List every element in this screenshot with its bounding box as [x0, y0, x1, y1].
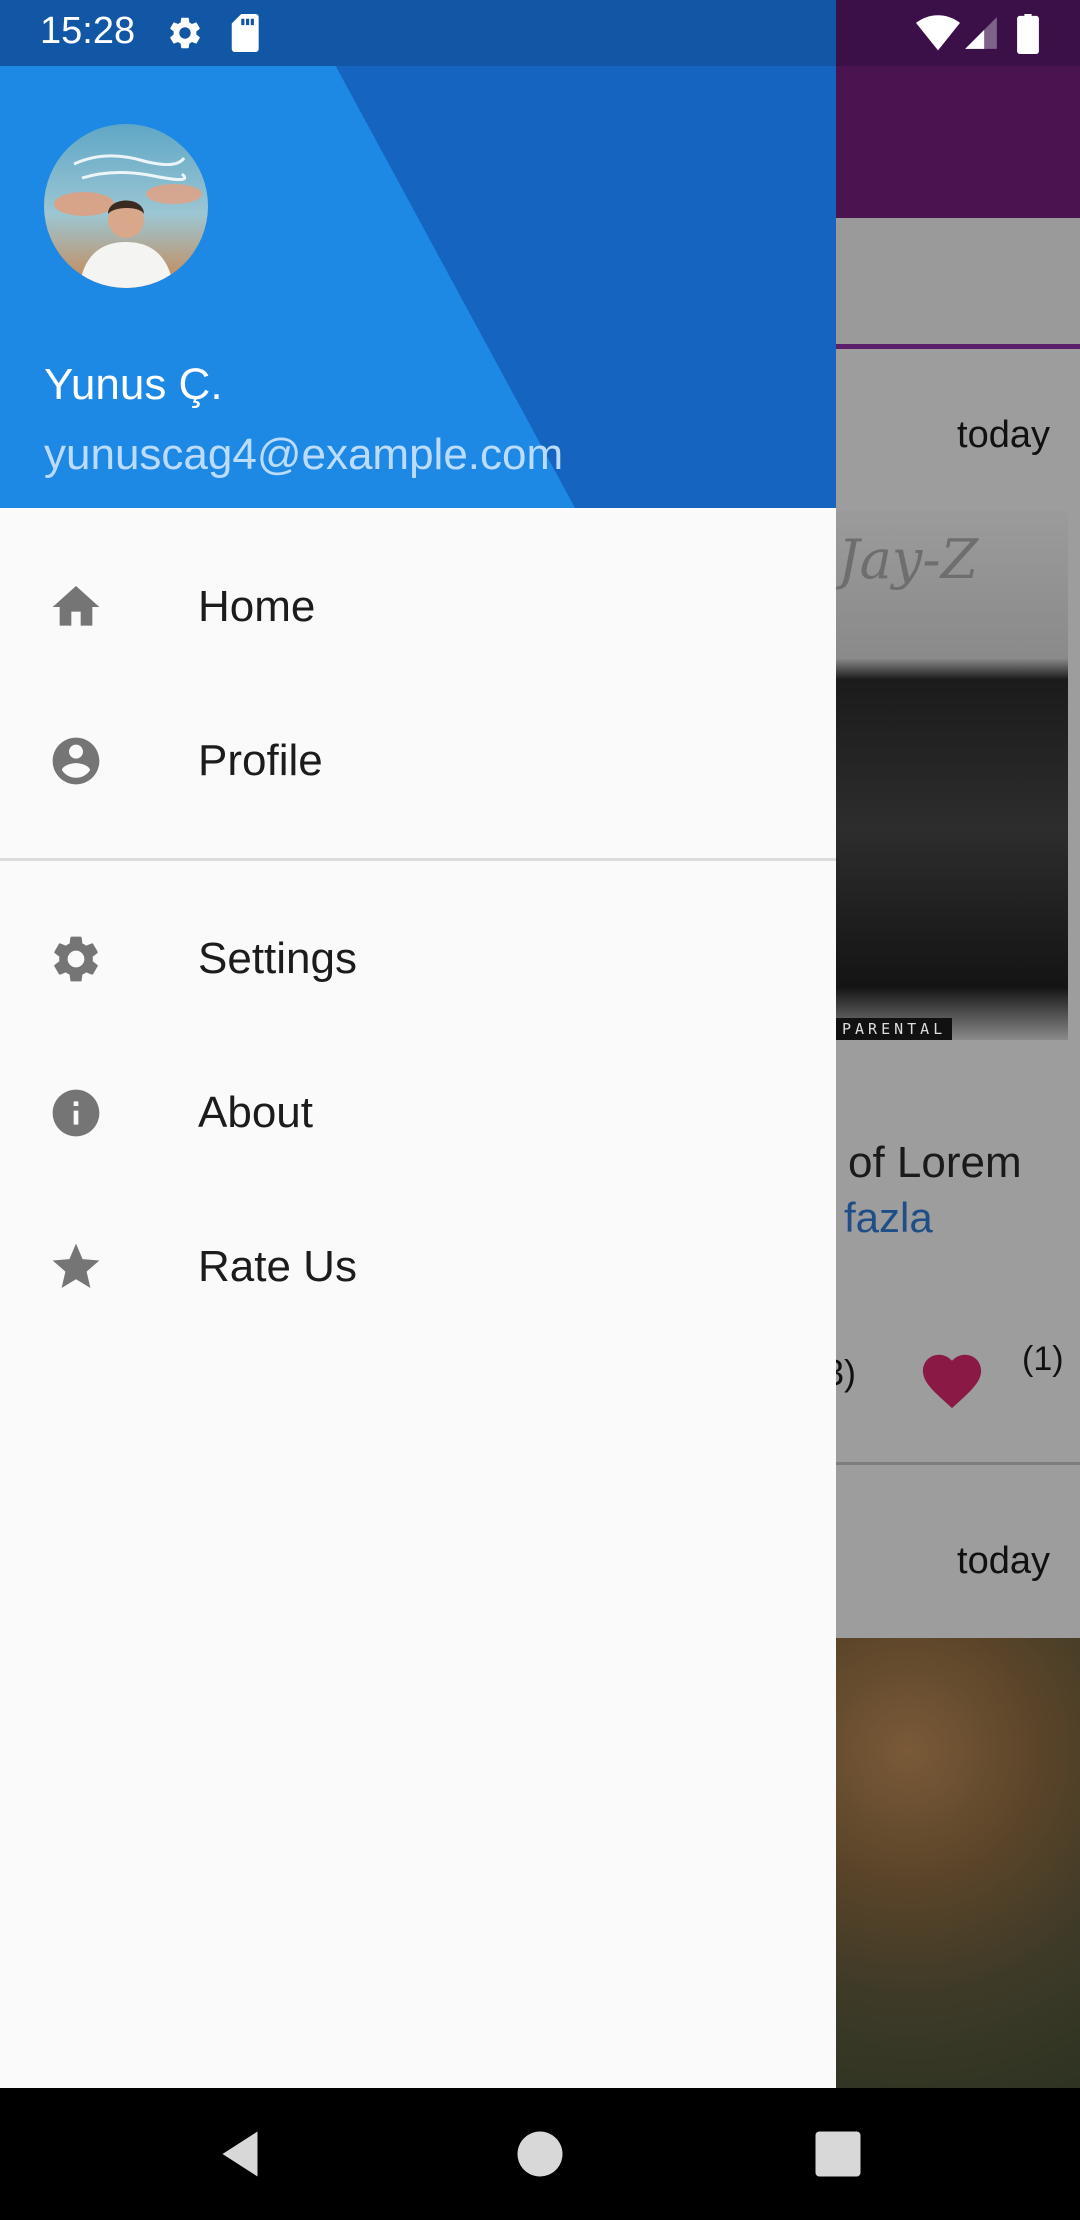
account-circle-icon — [52, 737, 100, 785]
background-tab-indicator — [835, 344, 1080, 349]
status-bar: 15:28 — [0, 0, 1080, 66]
menu-item-home[interactable]: Home — [0, 532, 836, 682]
background-post-title: of Lorem — [848, 1138, 1022, 1187]
menu-item-settings[interactable]: Settings — [0, 884, 836, 1034]
heart-icon — [922, 1354, 982, 1409]
background-post-date: today — [957, 414, 1050, 456]
sd-card-icon — [231, 14, 259, 52]
recents-icon[interactable] — [808, 2124, 868, 2184]
background-post-link: fazla — [844, 1194, 933, 1241]
background-like-count: (1) — [1022, 1340, 1064, 1378]
menu-divider — [0, 858, 836, 861]
menu-item-label: Settings — [198, 934, 357, 983]
account-email: yunuscag4@example.com — [44, 430, 564, 479]
menu-item-rate-us[interactable]: Rate Us — [0, 1192, 836, 1342]
menu-item-label: About — [198, 1088, 313, 1137]
settings-icon — [54, 936, 98, 982]
home-circle-icon[interactable] — [510, 2124, 570, 2184]
menu-item-label: Home — [198, 582, 316, 631]
gear-icon — [170, 17, 200, 49]
system-navigation-bar — [0, 2088, 1080, 2220]
signal-icon — [965, 17, 997, 49]
menu-item-about[interactable]: About — [0, 1038, 836, 1188]
back-icon[interactable] — [210, 2124, 270, 2184]
background-post-image — [835, 1638, 1080, 2088]
background-card-divider — [836, 1462, 1080, 1465]
avatar-image — [44, 124, 208, 288]
account-avatar[interactable] — [44, 124, 208, 288]
background-image-text: Jay-Z — [838, 528, 979, 591]
status-time: 15:28 — [40, 10, 136, 52]
menu-item-label: Rate Us — [198, 1242, 357, 1291]
drawer-header: Yunus Ç. yunuscag4@example.com — [0, 0, 836, 508]
star-icon — [52, 1243, 100, 1288]
battery-icon — [1017, 14, 1039, 54]
navigation-drawer: Yunus Ç. yunuscag4@example.com Home Prof… — [0, 0, 836, 2088]
wifi-icon — [916, 15, 960, 51]
menu-item-label: Profile — [198, 736, 323, 785]
background-image-footer: PARENTAL — [836, 1018, 953, 1040]
home-icon — [52, 586, 100, 626]
info-icon — [52, 1089, 100, 1137]
background-post-date: today — [957, 1540, 1050, 1582]
menu-item-profile[interactable]: Profile — [0, 686, 836, 836]
account-name: Yunus Ç. — [44, 360, 223, 409]
